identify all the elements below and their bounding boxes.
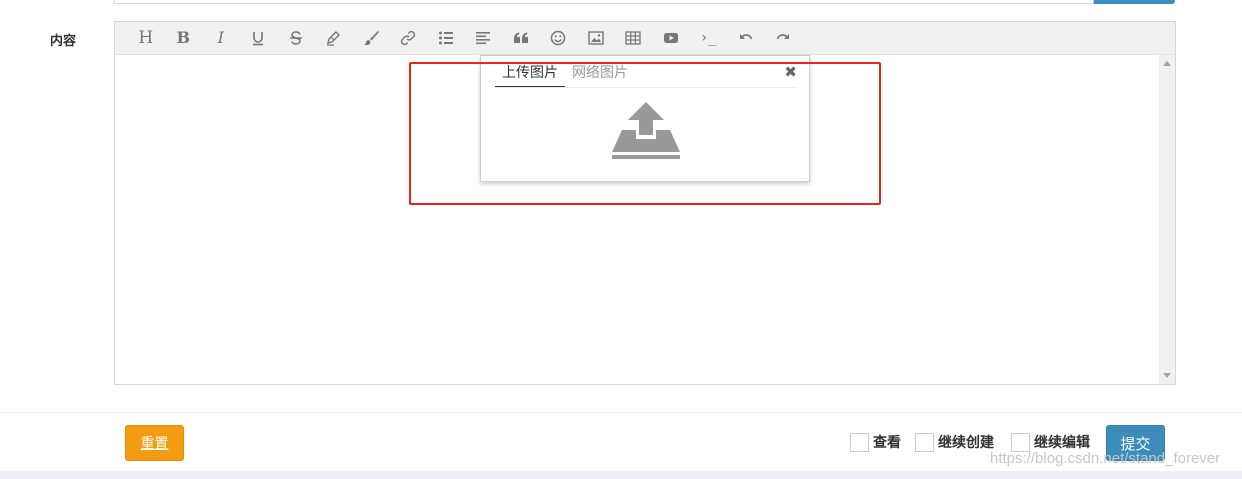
align-left-icon[interactable] [465, 22, 503, 55]
content-label: 内容 [50, 34, 77, 49]
continue-edit-checkbox[interactable] [1011, 432, 1030, 452]
previous-field-button[interactable] [1094, 0, 1175, 4]
popup-tab-bar: 上传图片 网络图片 [495, 62, 797, 88]
scroll-up-icon[interactable] [1163, 61, 1171, 66]
link-icon[interactable] [390, 22, 428, 55]
close-icon[interactable]: ✖ [784, 63, 797, 81]
underline-icon[interactable] [240, 22, 278, 55]
continue-create-label: 继续创建 [938, 435, 994, 451]
view-checkbox[interactable] [850, 432, 869, 452]
tab-web-image[interactable]: 网络图片 [565, 62, 635, 87]
previous-field-input[interactable] [114, 0, 1094, 4]
continue-create-checkbox-group[interactable]: 继续创建 [915, 431, 994, 453]
image-insert-popup: 上传图片 网络图片 ✖ [480, 55, 810, 182]
quote-icon[interactable] [502, 22, 540, 55]
footer-divider [0, 412, 1242, 413]
editor-toolbar: H B I ›_ [115, 22, 1175, 55]
bullet-list-icon[interactable] [427, 22, 465, 55]
bold-icon[interactable]: B [165, 22, 203, 55]
heading-icon[interactable]: H [127, 22, 165, 55]
video-icon[interactable] [652, 22, 690, 55]
image-icon[interactable] [577, 22, 615, 55]
editor-scrollbar[interactable] [1159, 55, 1175, 384]
continue-edit-label: 继续编辑 [1034, 435, 1090, 451]
code-icon[interactable]: ›_ [690, 22, 728, 55]
view-checkbox-group[interactable]: 查看 [850, 431, 901, 453]
highlighter-icon[interactable] [315, 22, 353, 55]
redo-icon[interactable] [765, 22, 803, 55]
watermark-text: https://blog.csdn.net/stand_forever [990, 450, 1221, 467]
emoji-icon[interactable] [540, 22, 578, 55]
undo-icon[interactable] [727, 22, 765, 55]
bottom-strip [0, 471, 1242, 479]
tab-upload-image[interactable]: 上传图片 [495, 62, 565, 87]
table-icon[interactable] [615, 22, 653, 55]
upload-tray-icon[interactable] [612, 100, 680, 162]
view-checkbox-label: 查看 [873, 435, 901, 451]
brush-icon[interactable] [352, 22, 390, 55]
italic-icon[interactable]: I [202, 22, 240, 55]
scroll-down-icon[interactable] [1163, 373, 1171, 378]
continue-create-checkbox[interactable] [915, 432, 934, 452]
strikethrough-icon[interactable] [277, 22, 315, 55]
reset-button[interactable]: 重置 [125, 425, 184, 461]
